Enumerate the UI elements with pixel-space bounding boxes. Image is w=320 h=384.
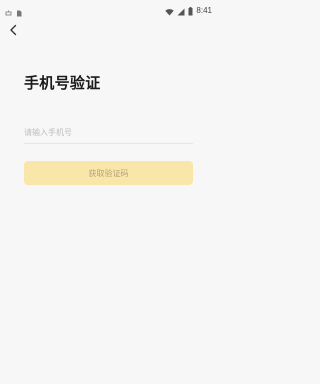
status-right-icons: 8:41 <box>165 1 212 20</box>
usb-icon <box>5 2 12 21</box>
phone-number-field[interactable]: 请输入手机号 <box>24 122 193 144</box>
page-title: 手机号验证 <box>24 74 101 92</box>
battery-icon <box>188 1 193 20</box>
signal-icon <box>177 1 185 20</box>
back-button[interactable] <box>6 22 22 38</box>
chevron-left-icon <box>6 23 22 42</box>
status-time: 8:41 <box>196 5 212 15</box>
phone-number-placeholder: 请输入手机号 <box>24 128 72 137</box>
status-left-icons <box>5 2 22 21</box>
get-verification-code-button[interactable]: 获取验证码 <box>24 161 193 185</box>
sim-card-icon <box>16 2 22 21</box>
wifi-icon <box>165 1 175 20</box>
status-bar: 8:41 <box>0 0 216 17</box>
